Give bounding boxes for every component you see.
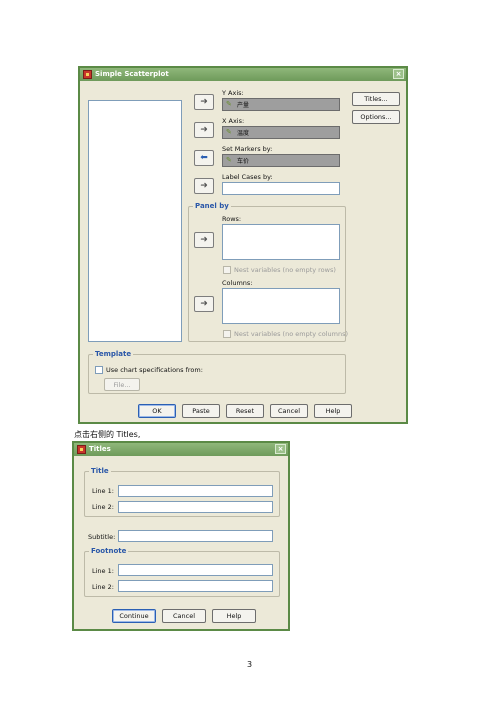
spss-app-icon bbox=[77, 445, 86, 454]
set-markers-label: Set Markers by: bbox=[222, 145, 273, 153]
x-axis-field[interactable]: ✎ 温度 bbox=[222, 126, 340, 139]
x-axis-value: 温度 bbox=[237, 130, 250, 137]
rows-field[interactable] bbox=[222, 224, 340, 260]
move-to-x-axis-arrow-icon[interactable]: ➜ bbox=[194, 122, 214, 138]
titles-dialog: Titles × Title Line 1: Line 2: Subtitle:… bbox=[72, 441, 290, 631]
use-chart-spec-checkbox[interactable] bbox=[95, 366, 103, 374]
close-icon[interactable]: × bbox=[393, 69, 404, 79]
scale-variable-icon: ✎ bbox=[226, 100, 232, 108]
page-number: 3 bbox=[247, 660, 253, 669]
columns-label: Columns: bbox=[222, 279, 253, 287]
variable-list[interactable] bbox=[88, 100, 182, 342]
label-cases-field[interactable] bbox=[222, 182, 340, 195]
subtitle-label: Subtitle: bbox=[88, 533, 116, 541]
set-markers-field[interactable]: ✎ 车价 bbox=[222, 154, 340, 167]
instruction-caption: 点击右侧的 Titles, bbox=[74, 430, 141, 439]
ok-button[interactable]: OK bbox=[138, 404, 176, 418]
scatterplot-titlebar: Simple Scatterplot × bbox=[80, 68, 406, 81]
cancel-button[interactable]: Cancel bbox=[270, 404, 308, 418]
panel-by-title: Panel by bbox=[193, 202, 231, 210]
footnote-line2-label: Line 2: bbox=[92, 583, 114, 591]
continue-button[interactable]: Continue bbox=[112, 609, 156, 623]
title-line1-input[interactable] bbox=[118, 485, 273, 497]
titles-help-button[interactable]: Help bbox=[212, 609, 256, 623]
move-back-set-markers-arrow-icon[interactable]: ⬅ bbox=[194, 150, 214, 166]
scale-variable-icon: ✎ bbox=[226, 128, 232, 136]
close-icon[interactable]: × bbox=[275, 444, 286, 454]
titles-titlebar: Titles × bbox=[74, 443, 288, 456]
columns-nest-checkbox[interactable] bbox=[223, 330, 231, 338]
template-title: Template bbox=[93, 350, 134, 358]
y-axis-label: Y Axis: bbox=[222, 89, 244, 97]
use-chart-spec-label: Use chart specifications from: bbox=[106, 366, 203, 374]
help-button[interactable]: Help bbox=[314, 404, 352, 418]
rows-label: Rows: bbox=[222, 215, 242, 223]
x-axis-label: X Axis: bbox=[222, 117, 245, 125]
reset-button[interactable]: Reset bbox=[226, 404, 264, 418]
title-line2-input[interactable] bbox=[118, 501, 273, 513]
scatterplot-title: Simple Scatterplot bbox=[95, 70, 169, 78]
label-cases-label: Label Cases by: bbox=[222, 173, 273, 181]
title-line2-label: Line 2: bbox=[92, 503, 114, 511]
titles-cancel-button[interactable]: Cancel bbox=[162, 609, 206, 623]
move-to-y-axis-arrow-icon[interactable]: ➜ bbox=[194, 94, 214, 110]
footnote-line1-input[interactable] bbox=[118, 564, 273, 576]
set-markers-value: 车价 bbox=[237, 158, 250, 165]
titles-dialog-title: Titles bbox=[89, 445, 111, 453]
file-button[interactable]: File... bbox=[104, 378, 140, 391]
scale-variable-icon: ✎ bbox=[226, 156, 232, 164]
y-axis-value: 产量 bbox=[237, 102, 250, 109]
paste-button[interactable]: Paste bbox=[182, 404, 220, 418]
footnote-group-title: Footnote bbox=[89, 547, 129, 555]
columns-nest-label: Nest variables (no empty columns) bbox=[234, 330, 349, 338]
move-to-rows-arrow-icon[interactable]: ➜ bbox=[194, 232, 214, 248]
spss-app-icon bbox=[83, 70, 92, 79]
title-line1-label: Line 1: bbox=[92, 487, 114, 495]
scatterplot-dialog: Simple Scatterplot × ➜ ➜ ⬅ ➜ Y Axis: ✎ 产… bbox=[78, 66, 408, 424]
columns-field[interactable] bbox=[222, 288, 340, 324]
rows-nest-label: Nest variables (no empty rows) bbox=[234, 266, 336, 274]
y-axis-field[interactable]: ✎ 产量 bbox=[222, 98, 340, 111]
move-to-label-cases-arrow-icon[interactable]: ➜ bbox=[194, 178, 214, 194]
move-to-columns-arrow-icon[interactable]: ➜ bbox=[194, 296, 214, 312]
footnote-line1-label: Line 1: bbox=[92, 567, 114, 575]
rows-nest-checkbox[interactable] bbox=[223, 266, 231, 274]
options-button[interactable]: Options... bbox=[352, 110, 400, 124]
subtitle-input[interactable] bbox=[118, 530, 273, 542]
titles-button[interactable]: Titles... bbox=[352, 92, 400, 106]
title-group-title: Title bbox=[89, 467, 111, 475]
footnote-line2-input[interactable] bbox=[118, 580, 273, 592]
